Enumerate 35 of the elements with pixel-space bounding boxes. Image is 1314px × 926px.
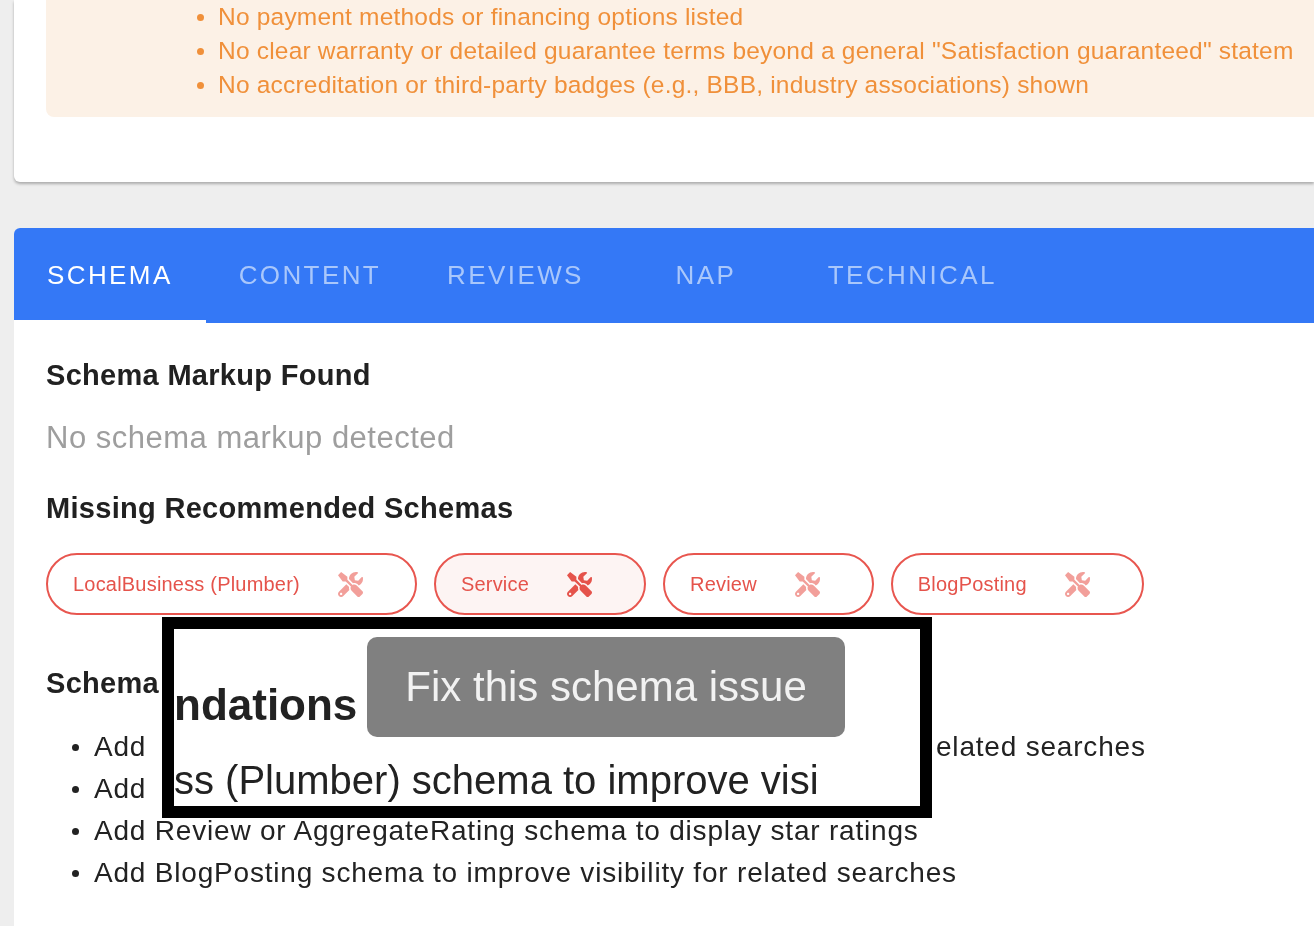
tools-icon[interactable] [1064,571,1090,597]
list-item-text: elated searches [936,731,1146,763]
bullet-icon [72,785,79,793]
list-item-text: Add Review or AggregateRating schema to display star ratings [94,815,919,847]
tools-icon[interactable] [567,571,592,597]
warning-text: No clear warranty or detailed guarantee terms beyond a general "Satisfaction guaranteed" statem [218,37,1294,65]
tooltip: Fix this schema issue [367,637,845,737]
magnified-text: ss (Plumber) schema to improve visi [174,758,819,802]
tools-icon[interactable] [794,571,820,597]
section-heading: Missing Recommended Schemas [46,491,514,525]
bullet-icon [197,81,204,89]
tab[interactable]: REVIEWS [414,228,617,323]
bullet-icon [72,869,79,877]
bullet-icon [197,13,204,21]
schema-chip[interactable]: LocalBusiness (Plumber) [46,553,417,615]
section-heading: Schema [46,666,160,700]
warning-text: No accreditation or third-party badges (e.g., BBB, industry associations) shown [218,71,1089,99]
bullet-icon [72,743,79,751]
schema-chip[interactable]: Service [433,553,646,615]
list-item-text: Add [94,731,147,763]
bullet-icon [197,47,204,55]
bullet-icon [72,827,79,835]
tab[interactable]: CONTENT [205,228,415,323]
schema-chip[interactable]: Review [663,553,874,615]
empty-state-text: No schema markup detected [46,420,455,456]
tab[interactable]: NAP [616,228,795,323]
magnified-heading: ndations [174,681,358,729]
list-item-text: Add [94,773,147,805]
tools-icon[interactable] [337,571,363,597]
tab[interactable]: TECHNICAL [794,228,1030,323]
list-item-text: Add BlogPosting schema to improve visibility for related searches [94,857,957,889]
section-heading: Schema Markup Found [46,358,371,392]
tab[interactable]: SCHEMA [14,228,206,323]
schema-chip[interactable]: BlogPosting [890,553,1144,615]
warning-text: No payment methods or financing options listed [218,3,744,31]
